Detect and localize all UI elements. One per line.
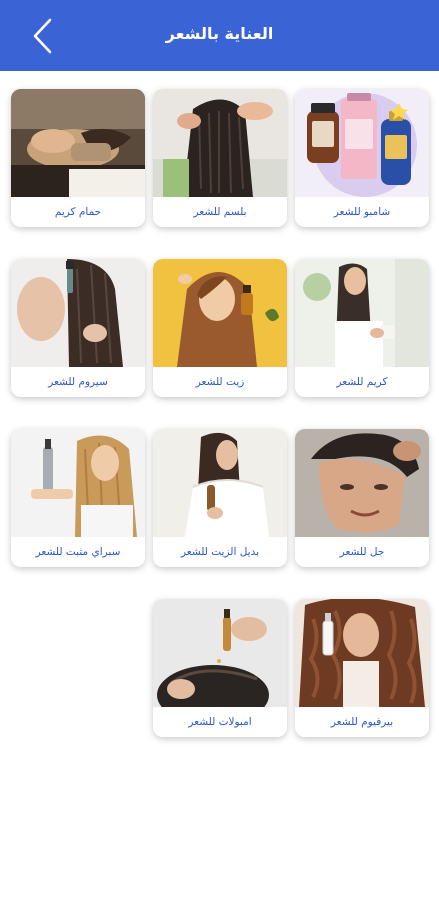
hair-serum-image [11, 259, 145, 367]
category-card-oil-replacement[interactable]: بديل الزيت للشعر [153, 429, 287, 567]
category-label: سيروم للشعر [11, 367, 145, 397]
category-label: كريم للشعر [295, 367, 429, 397]
category-label: بلسم للشعر [153, 197, 287, 227]
hair-cream-image [295, 259, 429, 367]
hair-ampoules-image [153, 599, 287, 707]
page-title: العناية بالشعر [165, 24, 274, 43]
hair-spray-image [11, 429, 145, 537]
category-card-hair-spray[interactable]: سبراي مثبت للشعر [11, 429, 145, 567]
category-card-conditioner[interactable]: بلسم للشعر [153, 89, 287, 227]
category-card-hair-serum[interactable]: سيروم للشعر [11, 259, 145, 397]
category-card-hair-oil[interactable]: زيت للشعر [153, 259, 287, 397]
hair-conditioner-image [153, 89, 287, 197]
category-card-hair-perfume[interactable]: بيرفيوم للشعر [295, 599, 429, 737]
category-label: حمام كريم [11, 197, 145, 227]
category-label: بيرفيوم للشعر [295, 707, 429, 737]
app-header: العناية بالشعر [0, 0, 439, 71]
hair-oil-image [153, 259, 287, 367]
category-card-hair-gel[interactable]: جل للشعر [295, 429, 429, 567]
hair-gel-image [295, 429, 429, 537]
category-card-hair-ampoules[interactable]: امبولات للشعر [153, 599, 287, 737]
oil-replacement-image [153, 429, 287, 537]
hair-bath-cream-image [11, 89, 145, 197]
category-label: بديل الزيت للشعر [153, 537, 287, 567]
category-card-hair-cream[interactable]: كريم للشعر [295, 259, 429, 397]
category-card-hair-bath-cream[interactable]: حمام كريم [11, 89, 145, 227]
shampoo-bottles-image [295, 89, 429, 197]
category-label: سبراي مثبت للشعر [11, 537, 145, 567]
category-label: جل للشعر [295, 537, 429, 567]
category-label: شامبو للشعر [295, 197, 429, 227]
hair-perfume-image [295, 599, 429, 707]
category-card-shampoo[interactable]: شامبو للشعر [295, 89, 429, 227]
category-label: امبولات للشعر [153, 707, 287, 737]
category-label: زيت للشعر [153, 367, 287, 397]
